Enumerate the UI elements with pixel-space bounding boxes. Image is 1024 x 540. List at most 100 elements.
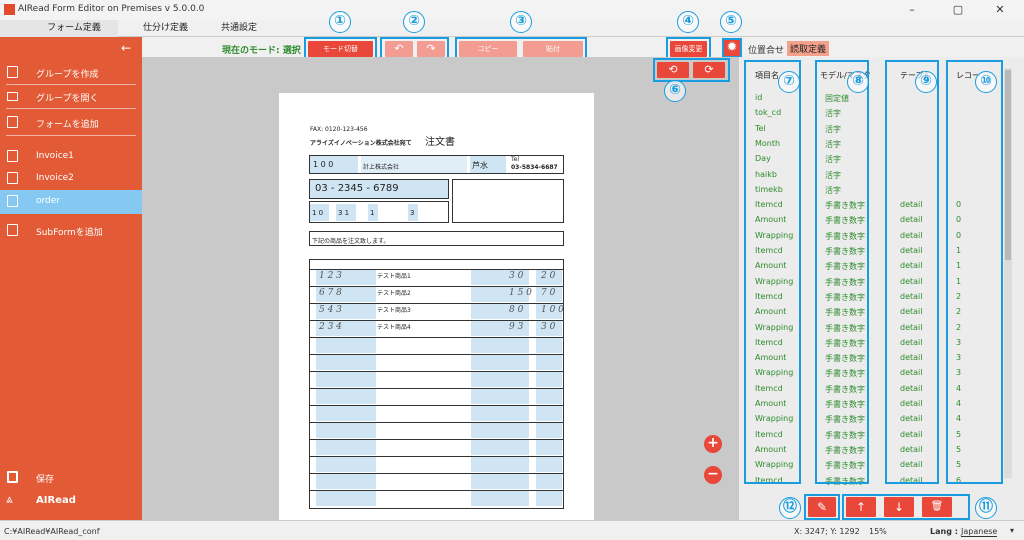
status-coords: X: 3247; Y: 1292 bbox=[794, 527, 860, 536]
save-button[interactable]: 保存 bbox=[0, 466, 142, 490]
field-highlight bbox=[536, 440, 562, 455]
field-highlight bbox=[471, 406, 529, 421]
field-highlight bbox=[316, 338, 376, 353]
doc-company: アライズイノベーション株式会社宛て bbox=[310, 140, 412, 147]
sidebar-item-open-group[interactable]: グループを開く bbox=[0, 85, 142, 109]
rotate-right-button[interactable]: ⟳ bbox=[693, 62, 725, 78]
field-highlight bbox=[316, 440, 376, 455]
item-qty: 8 0 bbox=[509, 305, 524, 315]
field-highlight bbox=[536, 474, 562, 489]
field-highlight bbox=[471, 457, 529, 472]
callout-box-10 bbox=[946, 60, 1003, 484]
item-code: 2 3 4 bbox=[319, 322, 342, 332]
item-code: 5 4 3 bbox=[319, 305, 342, 315]
vertical-scrollbar[interactable] bbox=[1004, 68, 1012, 478]
sidebar-item-add-form[interactable]: フォームを追加 bbox=[0, 111, 142, 135]
folder-open-icon bbox=[7, 92, 18, 101]
callout-1: ① bbox=[329, 11, 351, 33]
zoom-out-button[interactable]: − bbox=[704, 466, 722, 484]
window-title: AIRead Form Editor on Premises v 5.0.0.0 bbox=[18, 4, 205, 14]
plus-box-icon bbox=[7, 224, 18, 236]
sidebar-item-order[interactable]: order bbox=[0, 190, 142, 214]
callout-5: ⑤ bbox=[720, 11, 742, 33]
field-highlight bbox=[471, 440, 529, 455]
tab-sort-definition[interactable]: 仕分け定義 bbox=[118, 20, 213, 37]
sidebar-item-create-group[interactable]: グループを作成 bbox=[0, 61, 142, 85]
sidebar-item-label: グループを作成 bbox=[36, 70, 99, 80]
remarks-box bbox=[452, 179, 564, 223]
doc-month: 1 0 bbox=[312, 209, 324, 217]
chevron-down-icon[interactable]: ▾ bbox=[1010, 526, 1014, 535]
document-icon bbox=[7, 150, 18, 162]
move-down-button[interactable]: ↓ bbox=[884, 497, 914, 517]
edit-button[interactable]: ✎ bbox=[808, 497, 836, 517]
redo-button[interactable]: ↷ bbox=[417, 41, 445, 57]
doc-title: 注文書 bbox=[425, 137, 455, 148]
callout-11: ⑪ bbox=[975, 497, 997, 519]
field-highlight bbox=[536, 338, 562, 353]
brand-label: AIRead bbox=[36, 495, 76, 506]
field-highlight bbox=[536, 457, 562, 472]
close-button[interactable]: ✕ bbox=[988, 2, 1012, 18]
callout-10: ⑩ bbox=[975, 71, 997, 93]
field-highlight bbox=[316, 389, 376, 404]
field-highlight bbox=[536, 423, 562, 438]
callout-9: ⑨ bbox=[915, 71, 937, 93]
image-change-button[interactable]: 画像変更 bbox=[670, 41, 707, 57]
callout-8: ⑧ bbox=[847, 71, 869, 93]
settings-gear-icon[interactable]: ✹ bbox=[722, 38, 742, 58]
scrollbar-thumb[interactable] bbox=[1005, 70, 1011, 260]
field-highlight bbox=[536, 491, 562, 506]
sidebar-item-label: フォームを追加 bbox=[36, 120, 99, 130]
field-highlight bbox=[316, 372, 376, 387]
tab-alignment[interactable]: 位置合せ bbox=[748, 43, 784, 56]
item-qty: 3 0 bbox=[509, 271, 524, 281]
item-name: テスト商品4 bbox=[377, 324, 411, 331]
field-highlight bbox=[536, 406, 562, 421]
sidebar-item-label: グループを開く bbox=[36, 94, 99, 104]
back-arrow-icon[interactable]: ← bbox=[121, 41, 131, 55]
item-wrap: 3 0 bbox=[541, 322, 556, 332]
tab-common-settings[interactable]: 共通設定 bbox=[213, 20, 265, 37]
field-highlight bbox=[316, 474, 376, 489]
undo-button[interactable]: ↶ bbox=[385, 41, 413, 57]
item-wrap: 1 0 0 bbox=[541, 305, 564, 315]
item-name: テスト商品2 bbox=[377, 290, 411, 297]
rotate-left-button[interactable]: ⟲ bbox=[657, 62, 689, 78]
callout-7: ⑦ bbox=[778, 71, 800, 93]
field-highlight bbox=[471, 372, 529, 387]
callout-3: ③ bbox=[510, 11, 532, 33]
lang-select[interactable]: Japanese bbox=[961, 527, 998, 537]
sidebar-item-label: Invoice2 bbox=[36, 173, 74, 183]
mode-label: 現在のモード: 選択 bbox=[222, 46, 301, 56]
doc-code1: 1 bbox=[370, 209, 375, 217]
delete-button[interactable]: 🗑 bbox=[922, 497, 952, 517]
mode-switch-button[interactable]: モード切替 bbox=[308, 41, 373, 57]
document-icon bbox=[7, 172, 18, 184]
doc-person: 芦水 bbox=[472, 161, 488, 170]
doc-note: 下記の商品を注文致します。 bbox=[312, 238, 390, 245]
minimize-button[interactable]: – bbox=[900, 2, 924, 18]
field-highlight bbox=[471, 355, 529, 370]
maximize-button[interactable]: ▢ bbox=[946, 2, 970, 18]
callout-2: ② bbox=[403, 11, 425, 33]
tab-read-definition[interactable]: 読取定義 bbox=[787, 41, 830, 56]
tab-form-definition[interactable]: フォーム定義 bbox=[0, 20, 118, 37]
document-page[interactable]: FAX: 0120-123-456 注文書 アライズイノベーション株式会社宛て … bbox=[279, 93, 594, 520]
sidebar-item-invoice1[interactable]: Invoice1 bbox=[0, 145, 142, 169]
item-code: 1 2 3 bbox=[319, 271, 342, 281]
app-icon bbox=[4, 4, 15, 15]
item-qty: 9 3 bbox=[509, 322, 524, 332]
callout-box-9 bbox=[885, 60, 939, 484]
zoom-in-button[interactable]: + bbox=[704, 435, 722, 453]
sidebar-item-invoice2[interactable]: Invoice2 bbox=[0, 167, 142, 191]
divider bbox=[6, 135, 136, 136]
copy-button[interactable]: コピー bbox=[459, 41, 517, 57]
move-up-button[interactable]: ↑ bbox=[846, 497, 876, 517]
callout-4: ④ bbox=[677, 11, 699, 33]
paste-button[interactable]: 貼付 bbox=[523, 41, 583, 57]
sidebar-item-add-subform[interactable]: SubFormを追加 bbox=[0, 219, 142, 243]
status-zoom: 15% bbox=[869, 527, 887, 536]
plus-box-icon bbox=[7, 116, 18, 128]
item-code: 6 7 8 bbox=[319, 288, 342, 298]
